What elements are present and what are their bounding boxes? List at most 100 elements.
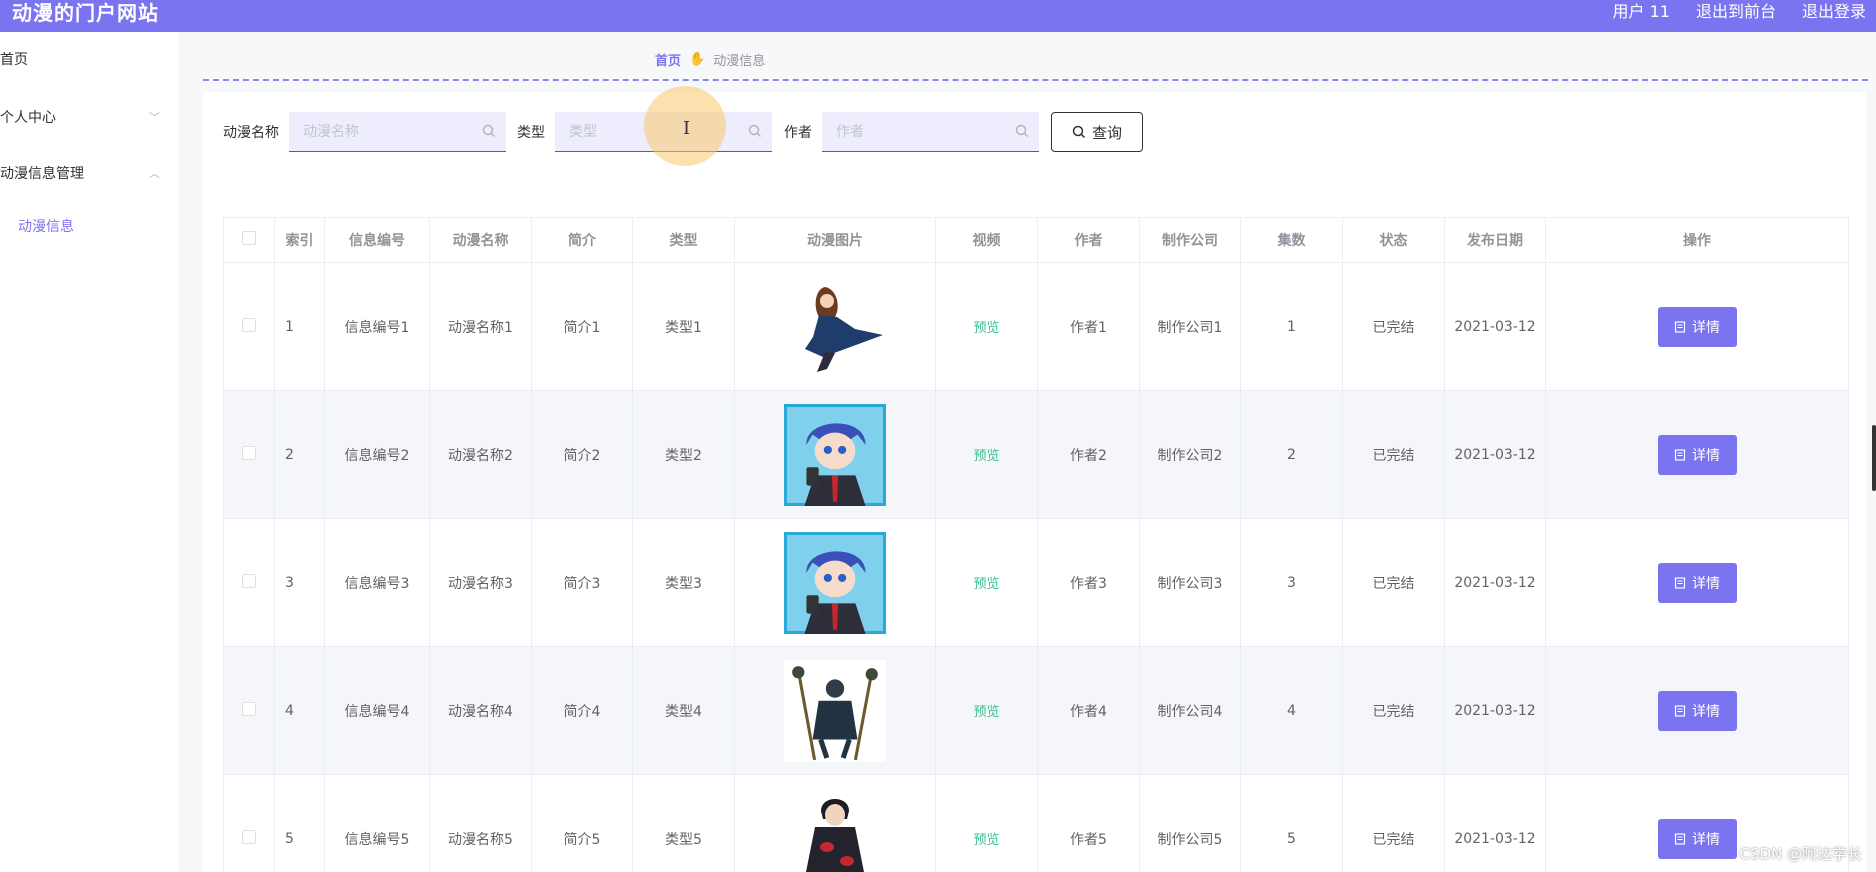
anime-image[interactable] [784, 659, 886, 762]
detail-button[interactable]: 详情 [1657, 690, 1737, 731]
row-select-cell [223, 262, 275, 391]
row-checkbox[interactable] [242, 829, 256, 844]
document-icon [1674, 320, 1686, 333]
chevron-down-icon: ﹀ [149, 111, 160, 124]
search-name-label: 动漫名称 [223, 125, 279, 141]
user-name[interactable]: 用户 11 [1613, 0, 1670, 28]
search-name-field [289, 112, 506, 152]
video-preview-link[interactable]: 预览 [973, 321, 999, 336]
search-type-label: 类型 [517, 125, 545, 141]
anime-image[interactable] [784, 403, 886, 506]
video-preview-link[interactable]: 预览 [973, 833, 999, 848]
query-button-label: 查询 [1091, 123, 1122, 142]
query-button[interactable]: 查询 [1051, 112, 1143, 152]
status-cell: 已完结 [1342, 262, 1445, 391]
row-checkbox[interactable] [242, 573, 256, 588]
select-all-checkbox[interactable] [242, 231, 256, 245]
search-name-input[interactable] [289, 112, 506, 151]
type-cell: 类型2 [632, 390, 735, 519]
image-cell [734, 646, 936, 775]
video-preview-link[interactable]: 预览 [973, 577, 999, 592]
company-cell: 制作公司5 [1139, 774, 1241, 872]
sidebar: 首页 个人中心 ﹀ 动漫信息管理 ︿ 动漫信息 [0, 32, 178, 872]
type-cell: 类型1 [632, 262, 735, 391]
column-header[interactable]: 视频 [935, 217, 1038, 263]
episodes-cell: 2 [1240, 390, 1343, 519]
detail-button[interactable]: 详情 [1657, 434, 1737, 475]
column-header[interactable]: 操作 [1545, 217, 1849, 263]
index-cell: 2 [274, 390, 325, 519]
anime-image[interactable] [785, 277, 885, 377]
video-preview-link[interactable]: 预览 [973, 449, 999, 464]
code-cell: 信息编号4 [324, 646, 430, 775]
detail-button-label: 详情 [1692, 831, 1720, 848]
detail-button[interactable]: 详情 [1657, 562, 1737, 603]
status-cell: 已完结 [1342, 646, 1445, 775]
row-checkbox[interactable] [242, 445, 256, 460]
detail-button[interactable]: 详情 [1657, 306, 1737, 347]
row-select-cell [223, 518, 275, 647]
anime-image[interactable] [785, 789, 885, 872]
exit-to-front-link[interactable]: 退出到前台 [1696, 0, 1776, 28]
sidebar-subitem-anime-info[interactable]: 动漫信息 [18, 216, 74, 236]
name-cell: 动漫名称3 [429, 518, 532, 647]
row-checkbox[interactable] [242, 317, 256, 332]
image-cell [734, 518, 936, 647]
select-all-cell [223, 217, 275, 263]
column-header[interactable]: 状态 [1342, 217, 1445, 263]
type-cell: 类型3 [632, 518, 735, 647]
code-cell: 信息编号2 [324, 390, 430, 519]
search-author-input[interactable] [822, 112, 1039, 151]
text-cursor-icon: I [683, 118, 691, 139]
row-select-cell [223, 774, 275, 872]
column-header[interactable]: 动漫名称 [429, 217, 532, 263]
site-title: 动漫的门户网站 [12, 1, 159, 25]
sidebar-item-home[interactable]: 首页 [0, 39, 178, 79]
index-cell: 1 [274, 262, 325, 391]
scrollbar-thumb[interactable] [1872, 425, 1876, 491]
row-checkbox[interactable] [242, 701, 256, 716]
breadcrumb-current: 动漫信息 [713, 54, 766, 69]
type-cell: 类型5 [632, 774, 735, 872]
column-header[interactable]: 动漫图片 [734, 217, 936, 263]
document-icon [1674, 832, 1686, 845]
column-header[interactable]: 简介 [531, 217, 633, 263]
column-header[interactable]: 作者 [1037, 217, 1140, 263]
index-cell: 5 [274, 774, 325, 872]
intro-cell: 简介4 [531, 646, 633, 775]
action-cell: 详情 [1545, 646, 1849, 775]
code-cell: 信息编号3 [324, 518, 430, 647]
image-cell [734, 390, 936, 519]
sidebar-item-anime-management[interactable]: 动漫信息管理 ︿ [0, 153, 178, 193]
video-cell: 预览 [935, 262, 1038, 391]
table-row: 3 信息编号3 动漫名称3 简介3 类型3 预览 作者3 制作公司3 3 已完结… [223, 518, 1849, 647]
search-author-field [822, 112, 1039, 152]
column-header[interactable]: 索引 [274, 217, 325, 263]
logout-link[interactable]: 退出登录 [1802, 0, 1866, 28]
video-preview-link[interactable]: 预览 [973, 705, 999, 720]
date-cell: 2021-03-12 [1444, 390, 1546, 519]
episodes-cell: 1 [1240, 262, 1343, 391]
company-cell: 制作公司3 [1139, 518, 1241, 647]
sidebar-item-personal-center[interactable]: 个人中心 ﹀ [0, 97, 178, 137]
detail-button-label: 详情 [1692, 319, 1720, 336]
episodes-cell: 3 [1240, 518, 1343, 647]
column-header[interactable]: 发布日期 [1444, 217, 1546, 263]
index-cell: 3 [274, 518, 325, 647]
column-header[interactable]: 制作公司 [1139, 217, 1241, 263]
detail-button[interactable]: 详情 [1657, 818, 1737, 859]
search-author-label: 作者 [784, 125, 812, 141]
column-header[interactable]: 类型 [632, 217, 735, 263]
name-cell: 动漫名称4 [429, 646, 532, 775]
anime-image[interactable] [784, 531, 886, 634]
video-cell: 预览 [935, 774, 1038, 872]
video-cell: 预览 [935, 390, 1038, 519]
breadcrumb-home[interactable]: 首页 [655, 50, 681, 69]
company-cell: 制作公司2 [1139, 390, 1241, 519]
column-header[interactable]: 集数 [1240, 217, 1343, 263]
sidebar-item-label: 动漫信息管理 [0, 166, 84, 182]
search-icon [748, 124, 761, 137]
top-header: 动漫的门户网站 用户 11 退出到前台 退出登录 [0, 0, 1876, 32]
column-header[interactable]: 信息编号 [324, 217, 430, 263]
table-row: 2 信息编号2 动漫名称2 简介2 类型2 预览 作者2 制作公司2 2 已完结… [223, 390, 1849, 519]
